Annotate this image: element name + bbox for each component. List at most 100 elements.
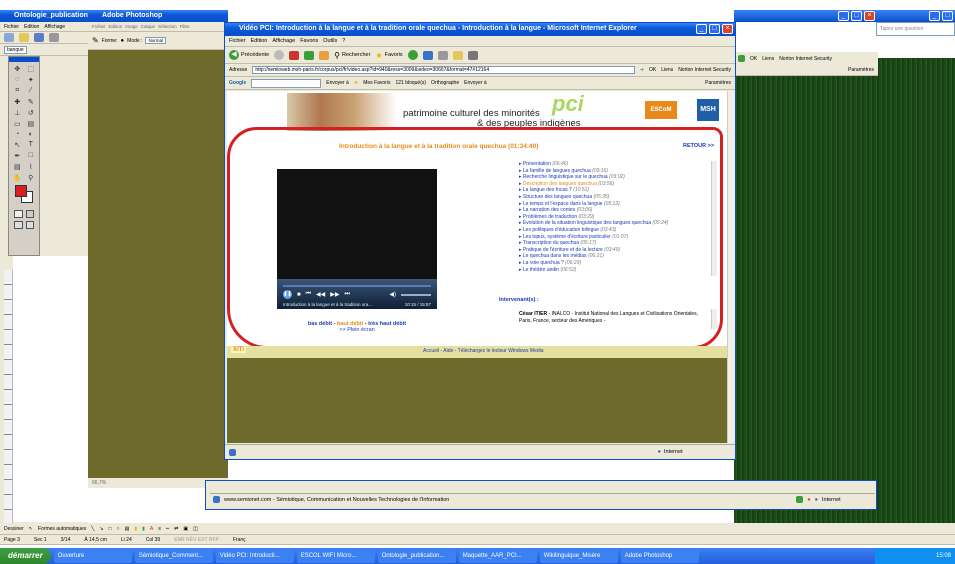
taskbar-item[interactable]: Ontologie_publication... bbox=[377, 549, 456, 563]
maximize-icon[interactable]: □ bbox=[851, 11, 862, 21]
ps-menu-filtre[interactable]: Filtre bbox=[180, 24, 190, 29]
fill-color-icon[interactable]: ▮ bbox=[134, 526, 137, 532]
screen-mode-icon[interactable] bbox=[14, 221, 23, 229]
healing-tool-icon[interactable]: ✚ bbox=[12, 98, 23, 106]
dodge-tool-icon[interactable]: ◐ bbox=[26, 131, 37, 138]
taskbar-item[interactable]: ESCOL WIFI Micro... bbox=[296, 549, 375, 563]
gradient-tool-icon[interactable]: ▤ bbox=[26, 120, 37, 128]
close-icon[interactable]: × bbox=[722, 24, 733, 34]
taskbar-item[interactable]: Wikilinguique_Misère bbox=[539, 549, 618, 563]
maximize-icon[interactable]: □ bbox=[709, 24, 720, 34]
menu-fichier[interactable]: Fichier bbox=[229, 38, 246, 44]
taskbar-item[interactable]: Maquette_AAR_PCI... bbox=[458, 549, 537, 563]
ps-menu-image[interactable]: Image bbox=[125, 24, 138, 29]
menu-affichage[interactable]: Affichage bbox=[44, 24, 65, 30]
taskbar-item[interactable]: Sémiotique_Comment... bbox=[134, 549, 213, 563]
path-tool-icon[interactable]: ↖ bbox=[12, 141, 23, 149]
taskbar-item[interactable]: Adobe Photoshop bbox=[620, 549, 699, 563]
color-swatches[interactable] bbox=[13, 185, 39, 207]
taskbar-item[interactable]: Ouverture bbox=[53, 549, 132, 563]
open-icon[interactable] bbox=[19, 33, 29, 42]
lasso-tool-icon[interactable]: ◌ bbox=[12, 76, 23, 84]
shape-tool-icon[interactable]: □ bbox=[26, 152, 37, 160]
autoshapes-menu[interactable]: Formes automatiques bbox=[38, 526, 86, 532]
blur-tool-icon[interactable]: ◔ bbox=[12, 131, 23, 138]
dash-style-icon[interactable]: ┅ bbox=[166, 526, 169, 532]
star-icon[interactable]: ★ bbox=[354, 80, 358, 86]
stamp-tool-icon[interactable]: ⊥ bbox=[12, 109, 23, 117]
mail-icon[interactable] bbox=[437, 50, 448, 60]
start-button[interactable]: démarrer bbox=[0, 548, 51, 564]
marquee-tool-icon[interactable]: ⬚ bbox=[26, 65, 37, 73]
font-color-icon[interactable]: A bbox=[150, 526, 153, 532]
forme-picker[interactable]: ● bbox=[121, 38, 125, 44]
text-tool-icon[interactable]: T bbox=[26, 141, 37, 149]
popup-blocked-button[interactable]: 121 bloqué(s) bbox=[395, 80, 426, 86]
menu-fichier[interactable]: Fichier bbox=[4, 24, 19, 30]
hand-tool-icon[interactable]: ✋ bbox=[12, 174, 23, 182]
media-icon[interactable] bbox=[407, 50, 418, 60]
stop-icon[interactable] bbox=[289, 50, 300, 60]
line-color-icon[interactable]: ▮ bbox=[142, 526, 145, 532]
save-icon[interactable] bbox=[34, 33, 44, 42]
crop-tool-icon[interactable]: ⌗ bbox=[12, 87, 23, 95]
new-icon[interactable] bbox=[4, 33, 14, 42]
arrow-style-icon[interactable]: ⇄ bbox=[174, 526, 178, 532]
go-button[interactable]: OK bbox=[649, 67, 656, 73]
shadow-icon[interactable]: ▣ bbox=[183, 526, 188, 532]
forward-icon[interactable] bbox=[274, 50, 285, 60]
norton-label[interactable]: Norton Internet Security bbox=[779, 56, 832, 62]
textbox-icon[interactable]: ▤ bbox=[125, 526, 130, 532]
print-icon[interactable] bbox=[467, 50, 478, 60]
select-arrow-icon[interactable]: ↖ bbox=[29, 526, 33, 532]
footer-links[interactable]: Accueil - Aide - Téléchargez le lecteur … bbox=[423, 348, 544, 354]
zoom-tool-icon[interactable]: ⚲ bbox=[26, 174, 37, 182]
send-to-button-2[interactable]: Envoyer à bbox=[464, 80, 487, 86]
search-button[interactable]: ⚲ Rechercher bbox=[334, 51, 370, 60]
address-input[interactable]: http://semioweb.msh-paris.fr/corpus/pci/… bbox=[252, 66, 635, 74]
slice-tool-icon[interactable]: ⁄ bbox=[26, 87, 37, 95]
home-icon[interactable] bbox=[319, 50, 330, 60]
google-search-input[interactable] bbox=[251, 78, 322, 88]
ps-menu-fichier[interactable]: Fichier bbox=[92, 24, 106, 29]
print-icon[interactable] bbox=[49, 33, 59, 42]
norton-label[interactable]: Norton Internet Security bbox=[678, 67, 731, 73]
history-icon[interactable] bbox=[422, 50, 433, 60]
arrow-icon[interactable]: ↘ bbox=[99, 526, 103, 532]
send-to-button[interactable]: Envoyer à bbox=[326, 80, 349, 86]
history-brush-icon[interactable]: ↺ bbox=[26, 109, 37, 117]
standard-mode-icon[interactable] bbox=[14, 210, 23, 218]
maximize-icon[interactable]: □ bbox=[942, 11, 953, 21]
go-icon[interactable] bbox=[738, 55, 745, 62]
mode-select[interactable]: Normal bbox=[145, 37, 166, 44]
my-favorites-button[interactable]: Mes Favoris bbox=[363, 80, 390, 86]
pen-tool-icon[interactable]: ✒ bbox=[12, 152, 23, 160]
3d-icon[interactable]: ◫ bbox=[193, 526, 198, 532]
menu-edition[interactable]: Edition bbox=[251, 38, 268, 44]
menu-outils[interactable]: Outils bbox=[323, 38, 337, 44]
line-style-icon[interactable]: ≡ bbox=[158, 526, 161, 532]
brush-tool-icon[interactable]: ✎ bbox=[26, 98, 37, 106]
fullscreen-mode-icon[interactable] bbox=[25, 221, 34, 229]
font-combo[interactable]: banque bbox=[4, 45, 27, 54]
links-label[interactable]: Liens bbox=[661, 67, 673, 73]
go-icon[interactable]: ➜ bbox=[640, 67, 644, 73]
go-label[interactable]: OK bbox=[750, 56, 757, 62]
favorites-button[interactable]: ★ Favoris bbox=[375, 51, 402, 60]
ps-menu-selection[interactable]: Sélection bbox=[158, 24, 177, 29]
refresh-icon[interactable] bbox=[304, 50, 315, 60]
quickmask-mode-icon[interactable] bbox=[25, 210, 34, 218]
ps-menu-calque[interactable]: Calque bbox=[141, 24, 155, 29]
folder-icon[interactable] bbox=[452, 50, 463, 60]
eraser-tool-icon[interactable]: ▭ bbox=[12, 120, 23, 128]
magic-wand-icon[interactable]: ✦ bbox=[26, 76, 37, 84]
menu-help[interactable]: ? bbox=[342, 38, 345, 44]
move-tool-icon[interactable]: ✥ bbox=[12, 65, 23, 73]
draw-menu[interactable]: Dessiner bbox=[4, 526, 24, 532]
menu-favoris[interactable]: Favoris bbox=[300, 38, 318, 44]
menu-edition[interactable]: Edition bbox=[24, 24, 39, 30]
menu-affichage[interactable]: Affichage bbox=[272, 38, 295, 44]
taskbar-item[interactable]: Vidéo PCI: Introducti... bbox=[215, 549, 294, 563]
help-search-box[interactable]: Tapez une question bbox=[876, 22, 955, 36]
page-scrollbar[interactable] bbox=[727, 91, 735, 443]
